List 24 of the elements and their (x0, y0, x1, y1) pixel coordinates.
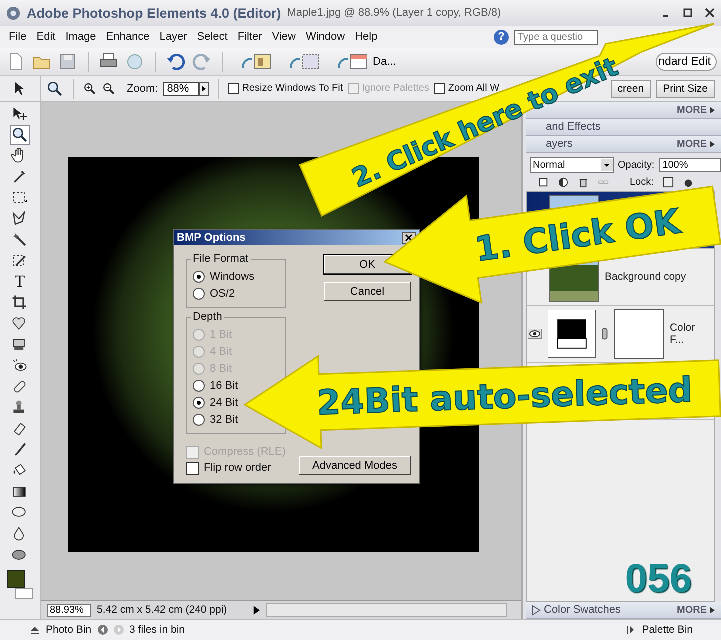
zoom-label: Zoom: (127, 82, 158, 94)
panel-title: and Effects (546, 121, 601, 133)
layer-name: Background copy (605, 271, 686, 283)
radio-label: 16 Bit (210, 380, 238, 392)
panel-title: ayers (546, 138, 573, 150)
dialog-title: BMP Options (177, 232, 246, 244)
checkbox-label: Zoom All W (448, 83, 500, 94)
opacity-label: Opacity: (618, 160, 655, 170)
checkbox-label: Flip row order (204, 462, 272, 474)
document-size: 5.42 cm x 5.42 cm (240 ppi) (97, 604, 228, 616)
group-label: File Format (191, 253, 251, 265)
radio-label: 24 Bit (210, 397, 238, 409)
panel-title: Color Swatches (544, 604, 622, 616)
checkbox-label: Ignore Palettes (362, 83, 430, 94)
document-title: Maple1.jpg @ 88.9% (Layer 1 copy, RGB/8) (287, 7, 502, 19)
layer-name: Color F... (670, 322, 696, 346)
group-label: Depth (191, 311, 224, 323)
bin-count: 3 files in bin (130, 624, 185, 636)
step-number: 056 (625, 557, 692, 601)
lock-label: Lock: (630, 177, 654, 188)
radio-label: 32 Bit (210, 414, 238, 426)
radio-label: Windows (210, 271, 255, 283)
radio-label: OS/2 (210, 288, 236, 300)
window-title: Adobe Photoshop Elements 4.0 (Editor) (27, 6, 282, 20)
